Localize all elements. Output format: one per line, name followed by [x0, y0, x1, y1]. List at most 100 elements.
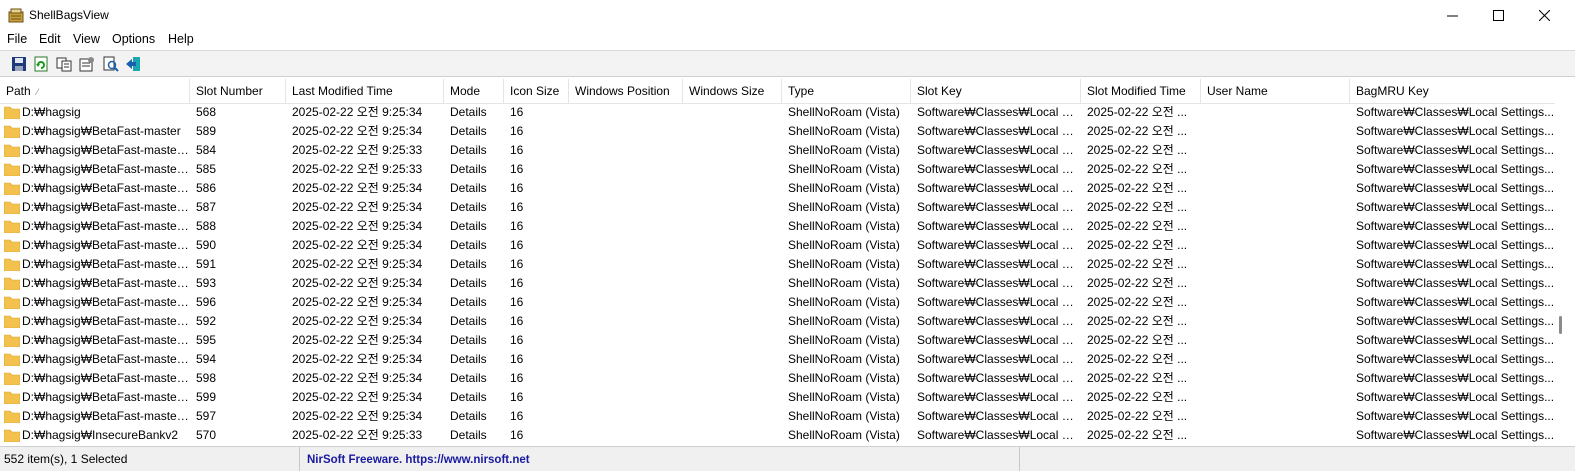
- column-windows-position[interactable]: Windows Position: [569, 79, 683, 103]
- table-row[interactable]: D:₩hagsig₩InsecureBankv2 570 2025-02-22 오전…: [0, 426, 1555, 445]
- column-user-name[interactable]: User Name: [1201, 79, 1350, 103]
- folder-icon: [4, 372, 20, 385]
- scrollbar-thumb[interactable]: [1559, 316, 1562, 334]
- table-row[interactable]: D:₩hagsig₩BetaFast-master ... 585 2025-02-…: [0, 160, 1555, 179]
- table-row[interactable]: D:₩hagsig₩BetaFast-master... 598 2025-02-2…: [0, 369, 1555, 388]
- cell-windows-size: [683, 274, 782, 293]
- refresh-button[interactable]: [32, 55, 50, 73]
- cell-slot-modified-time: 2025-02-22 오전 ...: [1087, 181, 1188, 195]
- cell-slot-modified-time: 2025-02-22 오전 ...: [1087, 314, 1188, 328]
- column-slot-modified-time[interactable]: Slot Modified Time: [1081, 79, 1201, 103]
- cell-slot-modified-time: 2025-02-22 오전 ...: [1087, 162, 1188, 176]
- cell-mode: Details: [450, 105, 487, 119]
- folder-icon: [4, 315, 20, 328]
- title-bar[interactable]: ShellBagsView: [0, 0, 1575, 30]
- path-text: D:₩hagsig₩BetaFast-master...: [22, 333, 190, 347]
- column-icon-size[interactable]: Icon Size: [504, 79, 569, 103]
- cell-icon-size: 16: [510, 390, 524, 404]
- folder-icon: [4, 220, 20, 233]
- cell-type: ShellNoRoam (Vista): [788, 371, 900, 385]
- properties-icon: [79, 57, 94, 72]
- status-link-panel: NirSoft Freeware. https://www.nirsoft.ne…: [300, 447, 1020, 471]
- menu-view[interactable]: View: [73, 32, 100, 46]
- table-row[interactable]: D:₩hagsig₩BetaFast-master 589 2025-02-22 오…: [0, 122, 1555, 141]
- toolbar: [0, 50, 1575, 77]
- menu-options[interactable]: Options: [112, 32, 155, 46]
- cell-bagmru-key: Software₩Classes₩Local Settings...: [1356, 428, 1555, 442]
- cell-slot-key: Software₩Classes₩Local Se...: [917, 409, 1081, 423]
- cell-slot-number: 595: [196, 333, 217, 347]
- cell-bagmru-key: Software₩Classes₩Local Settings...: [1356, 200, 1555, 214]
- cell-icon-size: 16: [510, 333, 524, 347]
- column-slot-number[interactable]: Slot Number: [190, 79, 286, 103]
- column-slot-key[interactable]: Slot Key: [911, 79, 1081, 103]
- cell-windows-size: [683, 122, 782, 141]
- maximize-button[interactable]: [1475, 0, 1521, 30]
- cell-windows-position: [569, 350, 683, 369]
- menu-file[interactable]: File: [7, 32, 27, 46]
- shellbags-list[interactable]: Path ⁄ Slot Number Last Modified Time Mod…: [0, 79, 1555, 445]
- cell-path: D:₩hagsig₩BetaFast-master...: [0, 236, 190, 255]
- cell-slot-key: Software₩Classes₩Local Se...: [917, 238, 1081, 252]
- copy-button[interactable]: [55, 55, 73, 73]
- menu-edit[interactable]: Edit: [39, 32, 61, 46]
- menu-help[interactable]: Help: [168, 32, 194, 46]
- column-mode[interactable]: Mode: [444, 79, 504, 103]
- path-text: D:₩hagsig₩BetaFast-master ...: [22, 162, 190, 176]
- cell-slot-key: Software₩Classes₩Local Se...: [917, 390, 1081, 404]
- column-bagmru-key[interactable]: BagMRU Key: [1350, 79, 1555, 103]
- cell-slot-key: Software₩Classes₩Local Se...: [917, 181, 1081, 195]
- close-button[interactable]: [1521, 0, 1567, 30]
- table-row[interactable]: D:₩hagsig₩BetaFast-master ... 586 2025-02-…: [0, 179, 1555, 198]
- cell-last-modified-time: 2025-02-22 오전 9:25:33: [292, 428, 423, 442]
- table-row[interactable]: D:₩hagsig₩BetaFast-master... 594 2025-02-2…: [0, 350, 1555, 369]
- table-row[interactable]: D:₩hagsig₩BetaFast-master... 597 2025-02-2…: [0, 407, 1555, 426]
- cell-icon-size: 16: [510, 162, 524, 176]
- table-row[interactable]: D:₩hagsig₩BetaFast-master... 592 2025-02-2…: [0, 312, 1555, 331]
- table-row[interactable]: D:₩hagsig₩BetaFast-master... 599 2025-02-2…: [0, 388, 1555, 407]
- cell-slot-modified-time: 2025-02-22 오전 ...: [1087, 124, 1188, 138]
- path-text: D:₩hagsig₩BetaFast-master...: [22, 276, 190, 290]
- column-type[interactable]: Type: [782, 79, 911, 103]
- nirsoft-link[interactable]: NirSoft Freeware. https://www.nirsoft.ne…: [307, 454, 530, 466]
- table-row[interactable]: D:₩hagsig 568 2025-02-22 오전 9:25:34 Details…: [0, 103, 1555, 122]
- save-button[interactable]: [10, 55, 28, 73]
- cell-mode: Details: [450, 181, 487, 195]
- cell-windows-position: [569, 369, 683, 388]
- path-text: D:₩hagsig: [22, 105, 81, 119]
- cell-slot-modified-time: 2025-02-22 오전 ...: [1087, 428, 1188, 442]
- vertical-scrollbar[interactable]: [1555, 79, 1575, 445]
- find-button[interactable]: [102, 55, 120, 73]
- app-window: ShellBagsView File Edit View Options Hel…: [0, 0, 1575, 471]
- cell-mode: Details: [450, 238, 487, 252]
- table-row[interactable]: D:₩hagsig₩BetaFast-master... 596 2025-02-2…: [0, 293, 1555, 312]
- cell-type: ShellNoRoam (Vista): [788, 333, 900, 347]
- minimize-button[interactable]: [1429, 0, 1475, 30]
- table-row[interactable]: D:₩hagsig₩BetaFast-master ... 584 2025-02-…: [0, 141, 1555, 160]
- folder-icon: [4, 353, 20, 366]
- cell-user-name: [1201, 407, 1350, 426]
- path-text: D:₩hagsig₩BetaFast-master ...: [22, 143, 190, 157]
- exit-button[interactable]: [124, 55, 142, 73]
- column-last-modified-time[interactable]: Last Modified Time: [286, 79, 444, 103]
- properties-button[interactable]: [78, 55, 96, 73]
- cell-path: D:₩hagsig₩BetaFast-master: [0, 122, 190, 141]
- cell-windows-position: [569, 388, 683, 407]
- table-row[interactable]: D:₩hagsig₩BetaFast-master... 591 2025-02-2…: [0, 255, 1555, 274]
- column-windows-size[interactable]: Windows Size: [683, 79, 782, 103]
- cell-mode: Details: [450, 390, 487, 404]
- table-row[interactable]: D:₩hagsig₩BetaFast-master ... 588 2025-02-…: [0, 217, 1555, 236]
- table-row[interactable]: D:₩hagsig₩BetaFast-master... 595 2025-02-2…: [0, 331, 1555, 350]
- cell-mode: Details: [450, 200, 487, 214]
- table-row[interactable]: D:₩hagsig₩BetaFast-master... 593 2025-02-2…: [0, 274, 1555, 293]
- list-header: Path ⁄ Slot Number Last Modified Time Mod…: [0, 79, 1555, 104]
- cell-windows-size: [683, 407, 782, 426]
- cell-last-modified-time: 2025-02-22 오전 9:25:34: [292, 314, 423, 328]
- cell-slot-modified-time: 2025-02-22 오전 ...: [1087, 333, 1188, 347]
- cell-slot-modified-time: 2025-02-22 오전 ...: [1087, 352, 1188, 366]
- column-path[interactable]: Path ⁄: [0, 79, 190, 103]
- cell-path: D:₩hagsig₩BetaFast-master...: [0, 369, 190, 388]
- cell-slot-key: Software₩Classes₩Local Se...: [917, 105, 1081, 119]
- table-row[interactable]: D:₩hagsig₩BetaFast-master ... 587 2025-02-…: [0, 198, 1555, 217]
- table-row[interactable]: D:₩hagsig₩BetaFast-master... 590 2025-02-2…: [0, 236, 1555, 255]
